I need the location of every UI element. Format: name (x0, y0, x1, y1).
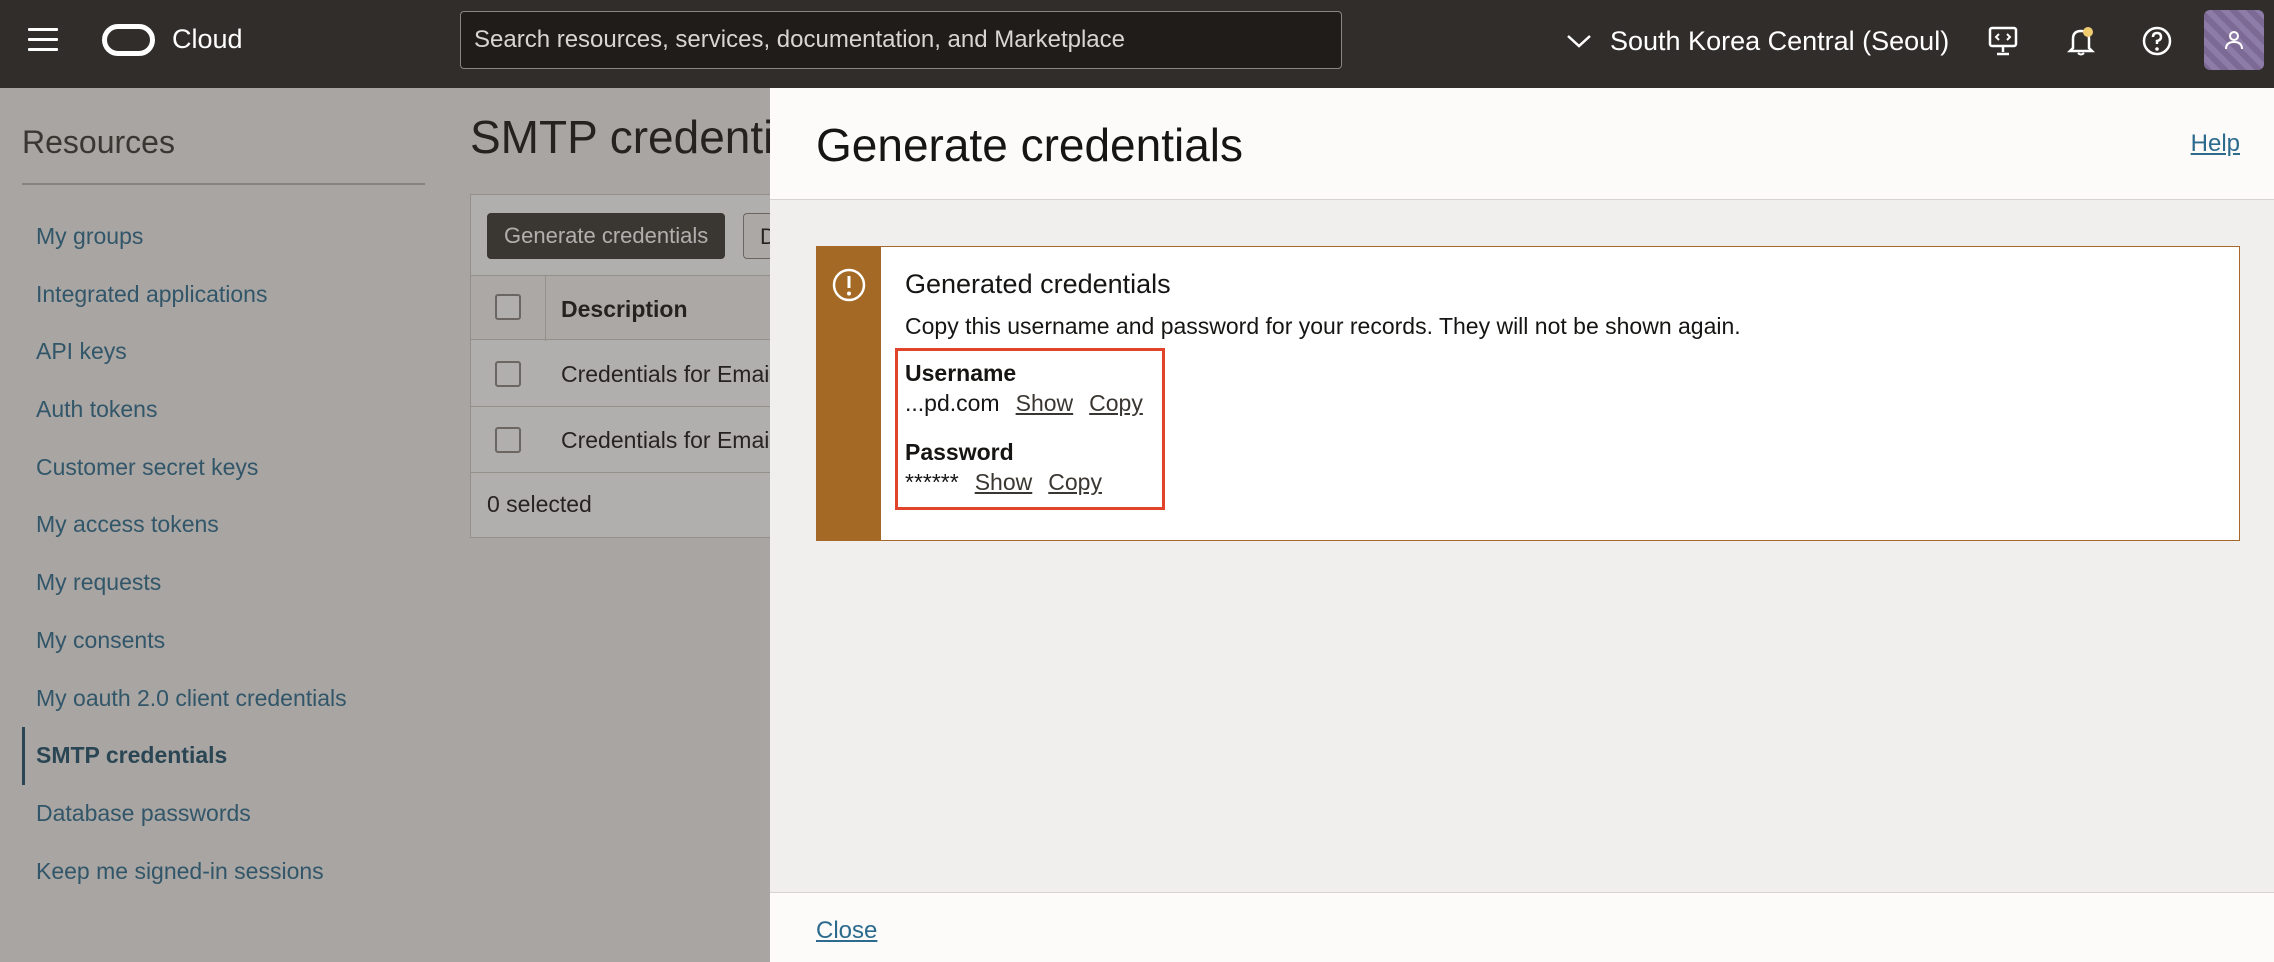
password-value: ****** (905, 469, 959, 495)
copy-username-link[interactable]: Copy (1089, 390, 1143, 417)
username-label: Username (905, 360, 1017, 386)
menu-icon[interactable] (28, 28, 58, 52)
oracle-logo[interactable] (102, 24, 155, 56)
password-label: Password (905, 439, 1014, 465)
alert-title: Generated credentials (905, 269, 1171, 299)
developer-tools-icon[interactable] (1986, 24, 2020, 58)
warning-icon (832, 268, 866, 302)
generate-credentials-drawer: Generate credentials Help Generated cred… (770, 88, 2274, 962)
close-link[interactable]: Close (816, 917, 877, 945)
top-bar: Cloud South Korea Central (Seoul) (0, 0, 2274, 88)
help-icon[interactable] (2140, 24, 2174, 58)
show-username-link[interactable]: Show (1016, 390, 1074, 417)
brand-label[interactable]: Cloud (172, 24, 243, 55)
drawer-title: Generate credentials (816, 119, 1244, 171)
username-value: ...pd.com (905, 390, 1000, 416)
chevron-down-icon (1567, 35, 1591, 48)
search-input[interactable] (460, 11, 1342, 69)
avatar[interactable] (2204, 10, 2264, 70)
region-label: South Korea Central (Seoul) (1610, 25, 1950, 56)
modal-overlay[interactable] (0, 88, 770, 962)
alert-message: Copy this username and password for your… (905, 313, 1741, 339)
drawer-footer: Close (770, 892, 2274, 962)
show-password-link[interactable]: Show (975, 469, 1033, 496)
alert-bar (817, 247, 881, 540)
copy-password-link[interactable]: Copy (1048, 469, 1102, 496)
help-link[interactable]: Help (2191, 130, 2240, 158)
region-selector[interactable]: South Korea Central (Seoul) (1566, 20, 1949, 62)
username-row: ...pd.com Show Copy (905, 390, 1143, 417)
generated-credentials-alert: Generated credentials Copy this username… (816, 246, 2240, 541)
user-icon (2225, 31, 2243, 50)
drawer-header: Generate credentials Help (770, 88, 2274, 200)
password-row: ****** Show Copy (905, 469, 1102, 496)
bell-icon[interactable] (2064, 24, 2098, 58)
